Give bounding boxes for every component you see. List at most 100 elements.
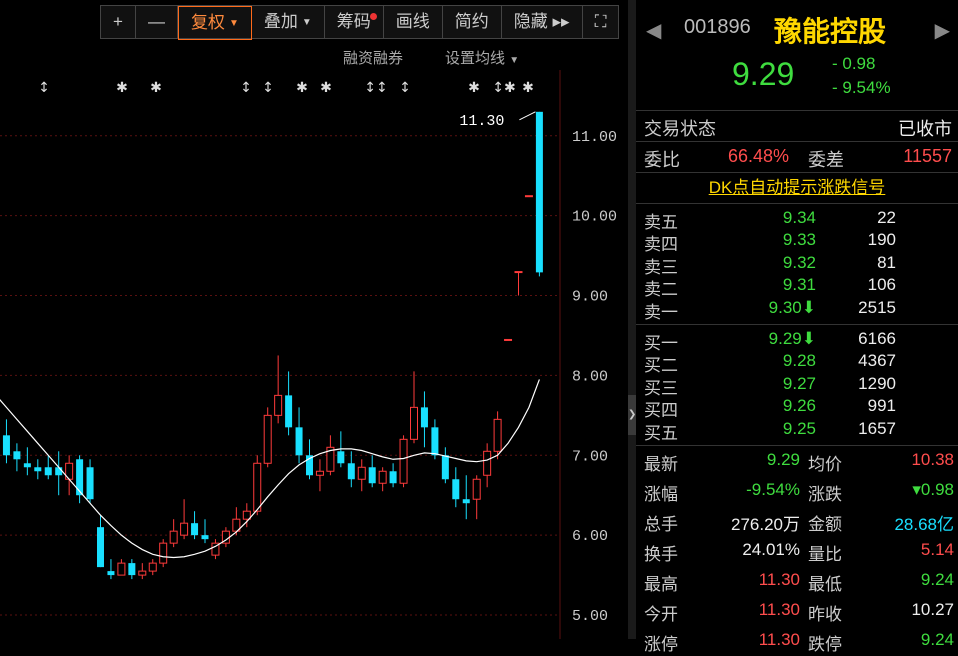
commission-diff-value: 11557 [903,146,952,166]
stat-value: 28.68亿 [894,514,954,534]
candle-body [107,571,115,576]
event-marker-icon: ✱ [468,80,480,96]
candle-body [34,467,42,472]
prev-stock-button[interactable]: ◀ [646,18,661,43]
candle-body [169,530,178,544]
ask-row[interactable]: 卖一 9.30⬇ 2515 [636,297,958,322]
bid-row[interactable]: 买三 9.27 1290 [636,373,958,398]
commission-ratio-row: 委比 66.48% 委差 11557 [636,142,958,173]
bid-volume: 6166 [858,328,896,348]
stat-label: 涨跌 [808,484,842,504]
bid-level-label: 买五 [644,423,678,443]
ask-row[interactable]: 卖二 9.31 106 [636,275,958,299]
stat-label: 最低 [808,574,842,594]
event-marker-icon: ↕ [38,80,50,96]
commission-diff-label: 委差 [808,150,844,170]
candle-body [472,478,481,500]
chips-label: 筹码 [336,12,371,31]
candle-body [483,450,492,476]
bid-level-label: 买一 [644,333,678,353]
event-marker-icon: ✱ [296,80,308,96]
commission-ratio-value: 66.48% [728,146,790,166]
fullscreen-button[interactable]: ⛶ [583,6,619,38]
y-tick-label: 11.00 [572,129,617,146]
y-tick-label: 6.00 [572,528,608,545]
ask-volume: 190 [867,230,896,250]
chevron-down-icon: ▼ [509,55,520,66]
adjust-rights-label: 复权 [190,13,225,32]
stat-value: 10.38 [911,449,954,469]
candle-body [44,467,52,476]
stats-row: 换手 24.01% 量比 5.14 [636,536,958,566]
triangle-right-icon: ▶ [934,20,950,42]
chart-toolbar: + — 复权 ▼ 叠加 ▼ 筹码 画线 简约 隐藏 ▸▸ ⛶ [100,5,620,40]
hide-label: 隐藏 [513,12,548,31]
bid-level-label: 买三 [644,378,678,398]
zoom-out-button[interactable]: — [136,6,178,38]
collapse-panel-handle[interactable]: ❯ [628,395,636,435]
candle-body [462,499,470,504]
draw-line-button[interactable]: 画线 [384,6,443,38]
candle-body [2,435,10,456]
bid-volume: 1657 [858,418,896,438]
bid-price: 9.27 [782,373,816,393]
panel-divider [628,0,636,639]
ma-settings-button[interactable]: 设置均线 ▼ [445,47,519,68]
ask-row[interactable]: 卖三 9.32 81 [636,253,958,277]
bid-level-label: 买四 [644,401,678,421]
stat-value: 24.01% [742,539,800,559]
trade-status-label: 交易状态 [644,119,716,139]
event-marker-icon: ✱ [150,80,162,96]
chips-button[interactable]: 筹码 [325,6,384,38]
stats-table: 最新 9.29 均价 10.38 涨幅 -9.54% 涨跌 ▾0.98 总手 276.20万 金额 2… [636,446,958,656]
bid-price: 9.26 [782,396,816,416]
change-percent: - 9.54% [832,78,891,97]
candle-body [337,451,345,464]
bid-row[interactable]: 买二 9.28 4367 [636,351,958,375]
candle-body [97,527,104,568]
stat-label: 最高 [644,574,678,594]
high-annotation-label: 11.30 [459,113,504,130]
kline-chart-area[interactable]: 11.00 10.00 9.00 8.00 7.00 6.00 5.00 11.30 ↕ ✱ ✱ ↕ ↕… [0,0,628,639]
bid-row[interactable]: 买五 9.25 1657 [636,418,958,443]
ask-row[interactable]: 卖五 9.34 22 [636,208,958,232]
zoom-in-button[interactable]: + [101,6,136,38]
stat-value: 5.14 [920,539,954,559]
stat-value: 11.30 [758,569,800,589]
event-marker-icon: ✱ [320,80,332,96]
candle-body [514,271,523,274]
stat-label: 今开 [644,604,678,624]
ask-row[interactable]: 卖四 9.33 190 [636,230,958,254]
y-tick-label: 9.00 [572,289,608,306]
stat-label: 昨收 [808,604,842,624]
ask-price: 9.30⬇ [768,297,816,317]
stock-name: 豫能控股 [774,16,887,47]
y-tick-label: 5.00 [572,608,608,625]
hide-button[interactable]: 隐藏 ▸▸ [502,6,583,38]
candle-body [76,459,84,496]
event-marker-icon: ✱ [116,80,128,96]
candle-body [23,463,31,468]
candle-body [493,418,502,452]
adjust-rights-button[interactable]: 复权 ▼ [177,6,252,40]
next-stock-button[interactable]: ▶ [935,18,950,43]
event-marker-icon: ↕ [399,80,411,96]
stat-value: 9.24 [920,629,954,649]
overlay-button[interactable]: 叠加 ▼ [252,6,325,38]
bid-row[interactable]: 买四 9.26 991 [636,396,958,421]
last-price: 9.29 [732,56,795,92]
candle-body [253,462,262,512]
candle-body [524,195,533,198]
ask-level-label: 卖一 [644,302,678,322]
simple-mode-button[interactable]: 简约 [443,6,502,38]
kline-chart[interactable]: 11.0010.009.008.007.006.005.0011.30↕ ✱ ✱ ↕ ↕… [0,0,628,639]
margin-trading-link[interactable]: 融资融券 [343,47,403,68]
candle-body [389,471,397,484]
candle-body [148,562,157,572]
bid-row[interactable]: 买一 9.29⬇ 6166 [636,328,958,353]
dk-signal-link[interactable]: DK点自动提示涨跌信号 [636,173,958,204]
candle-body [431,427,439,456]
candle-body [504,338,513,341]
event-marker-icon: ↕ [262,80,274,96]
ask-level-label: 卖三 [644,257,678,277]
